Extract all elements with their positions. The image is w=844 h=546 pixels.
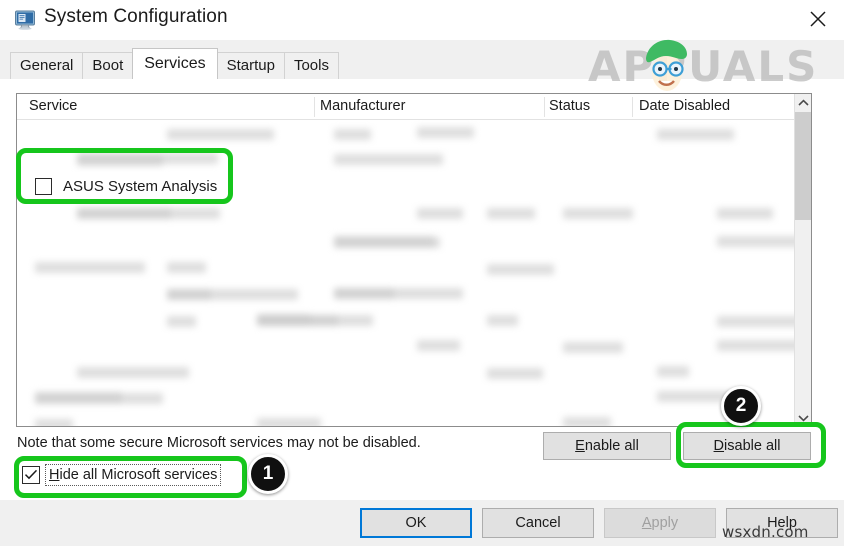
tab-boot[interactable]: Boot [82,52,134,79]
blurred-cell [167,289,298,301]
dialog-footer: OK Cancel Apply Help [0,500,844,546]
column-header-service[interactable]: Service [29,98,77,114]
label-rest: ide all Microsoft services [59,467,218,483]
blurred-cell [167,262,206,274]
blurred-cell [563,341,623,353]
blurred-cell [77,153,218,165]
column-divider-1 [314,97,315,117]
accel-letter: D [713,438,725,454]
column-header-date-disabled[interactable]: Date Disabled [639,98,730,114]
services-panel: Service Manufacturer Status Date Disable… [0,79,844,501]
vertical-scrollbar[interactable] [794,94,811,426]
blurred-cell [167,315,196,327]
service-name-label: ASUS System Analysis [63,177,218,195]
blurred-cell [487,367,543,379]
chevron-up-icon[interactable] [795,94,811,111]
blurred-cell [334,128,372,140]
blurred-cell [257,314,338,326]
blurred-cell [334,288,394,300]
title-bar: System Configuration [0,0,844,40]
tab-strip: General Boot Services Startup Tools [0,40,844,80]
tab-tools[interactable]: Tools [283,52,339,79]
hide-microsoft-services-label: Hide all Microsoft services [44,464,222,486]
blurred-table-row[interactable] [17,358,795,384]
disable-all-button[interactable]: Disable all [683,432,811,460]
blurred-cell [563,417,611,426]
ok-label: OK [405,515,427,531]
service-checkbox[interactable] [35,177,52,195]
ok-button[interactable]: OK [360,508,472,538]
blurred-cell [35,418,74,426]
blurred-cell [35,391,122,403]
label-rest: nable all [584,438,639,454]
tab-startup[interactable]: Startup [216,52,285,79]
blurred-cell [257,417,321,426]
blurred-cell [563,208,633,220]
blurred-table-row[interactable] [17,254,795,280]
cancel-label: Cancel [515,515,561,531]
blurred-table-row[interactable] [17,306,795,332]
cancel-button[interactable]: Cancel [482,508,594,538]
blurred-cell [334,237,441,249]
blurred-cell [77,208,172,220]
blurred-cell [334,153,443,165]
blurred-cell [417,127,475,139]
monitor-icon [14,9,36,31]
blurred-cell [167,129,274,141]
services-list[interactable]: Service Manufacturer Status Date Disable… [16,93,812,427]
blurred-cell [717,340,795,352]
blurred-cell [35,262,145,274]
tab-general[interactable]: General [10,52,84,79]
blurred-cell [417,207,464,219]
blurred-cell [717,208,773,220]
hide-microsoft-services-checkbox[interactable]: Hide all Microsoft services [22,464,222,486]
blurred-table-row[interactable] [17,332,795,358]
blurred-table-row[interactable] [17,200,795,226]
column-header-status[interactable]: Status [549,98,590,114]
blurred-cell [487,314,518,326]
blurred-table-row[interactable] [17,228,795,254]
label-rest: isable all [724,438,781,454]
checkmark-icon[interactable] [22,466,40,484]
blurred-cell [77,367,189,379]
column-divider-3 [632,97,633,117]
scrollbar-thumb[interactable] [795,112,811,220]
blurred-table-row[interactable] [17,280,795,306]
blurred-cell [717,235,795,247]
services-row-area[interactable]: ASUS System Analysis [17,120,795,426]
accel-letter: E [575,438,585,454]
blurred-cell [717,315,795,327]
blurred-cell [487,207,536,219]
blurred-cell [657,128,735,140]
blurred-table-row[interactable] [17,410,795,426]
blurred-table-row[interactable] [17,120,795,146]
column-header-manufacturer[interactable]: Manufacturer [320,98,405,114]
accel-letter: A [641,515,652,531]
close-icon[interactable] [792,0,844,38]
step-badge-1: 1 [248,454,288,494]
step-badge-2: 2 [721,386,761,426]
table-row[interactable]: ASUS System Analysis [17,172,795,200]
page-title: System Configuration [44,6,228,27]
blurred-table-row[interactable] [17,384,795,410]
tab-list: General Boot Services Startup Tools [10,48,339,79]
accel-letter: H [49,467,60,483]
column-divider-2 [544,97,545,117]
services-list-header: Service Manufacturer Status Date Disable… [17,94,811,120]
blurred-cell [417,340,460,352]
secure-services-note: Note that some secure Microsoft services… [17,435,421,451]
apply-button: Apply [604,508,716,538]
enable-all-button[interactable]: Enable all [543,432,671,460]
tab-services[interactable]: Services [132,48,218,79]
chevron-down-icon[interactable] [795,409,811,426]
label-rest: pply [651,515,679,531]
blurred-cell [657,365,690,377]
blurred-cell [487,263,554,275]
wsxdn-watermark: wsxdn.com [722,523,809,541]
blurred-table-row[interactable] [17,146,795,172]
system-configuration-window: System Configuration General Boot Services… [0,0,844,546]
